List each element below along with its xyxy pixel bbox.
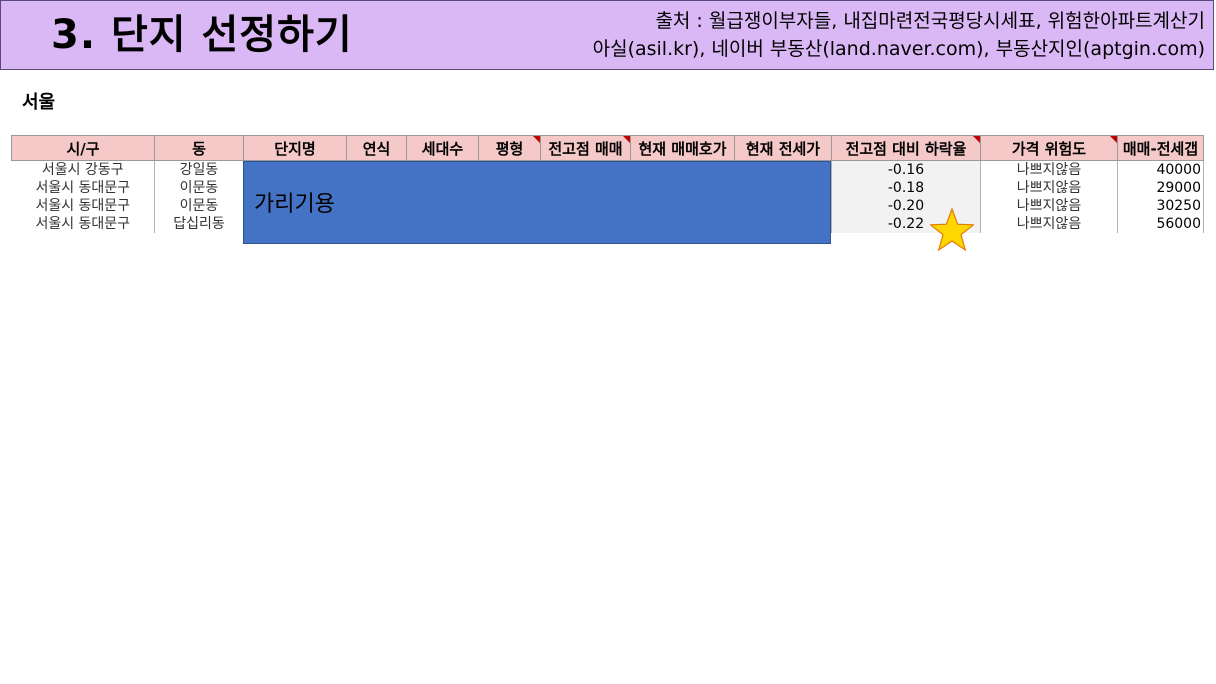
- cell-risk[interactable]: 나쁘지않음: [980, 197, 1118, 215]
- cell-dong[interactable]: 답십리동: [154, 215, 244, 233]
- source-line-1: 출처 : 월급쟁이부자들, 내집마련전국평당시세표, 위험한아파트계산기: [655, 10, 1205, 32]
- col-header-households[interactable]: 세대수: [406, 135, 479, 161]
- header-banner: 3. 단지 선정하기 출처 : 월급쟁이부자들, 내집마련전국평당시세표, 위험…: [0, 0, 1214, 70]
- source-note: 출처 : 월급쟁이부자들, 내집마련전국평당시세표, 위험한아파트계산기 아실(…: [593, 7, 1205, 63]
- table-header-row: 시/구 동 단지명 연식 세대수 평형 전고점 매매 현재 매매호가 현재 전세…: [11, 135, 1204, 161]
- region-label: 서울: [22, 92, 56, 113]
- col-header-gap[interactable]: 매매-전세갭: [1117, 135, 1204, 161]
- page-title: 3. 단지 선정하기: [51, 12, 353, 58]
- cover-label: 가리기용: [254, 192, 335, 217]
- source-line-2: 아실(asil.kr), 네이버 부동산(land.naver.com), 부동…: [592, 38, 1205, 60]
- cell-city[interactable]: 서울시 강동구: [11, 160, 155, 179]
- cell-drop-rate[interactable]: -0.16: [831, 160, 981, 179]
- star-shape: [930, 208, 974, 252]
- col-header-size[interactable]: 평형: [478, 135, 541, 161]
- col-header-year[interactable]: 연식: [346, 135, 407, 161]
- cell-gap[interactable]: 30250: [1117, 197, 1204, 215]
- cell-dong[interactable]: 강일동: [154, 160, 244, 179]
- col-header-drop-rate[interactable]: 전고점 대비 하락율: [831, 135, 981, 161]
- cell-dong[interactable]: 이문동: [154, 179, 244, 197]
- col-header-current-jeonse[interactable]: 현재 전세가: [734, 135, 832, 161]
- col-header-complex[interactable]: 단지명: [243, 135, 347, 161]
- col-header-dong[interactable]: 동: [154, 135, 244, 161]
- col-header-peak-price[interactable]: 전고점 매매: [540, 135, 631, 161]
- cell-city[interactable]: 서울시 동대문구: [11, 197, 155, 215]
- cell-risk[interactable]: 나쁘지않음: [980, 160, 1118, 179]
- cell-city[interactable]: 서울시 동대문구: [11, 215, 155, 233]
- cover-box[interactable]: 가리기용: [243, 161, 831, 244]
- cell-city[interactable]: 서울시 동대문구: [11, 179, 155, 197]
- cell-gap[interactable]: 40000: [1117, 160, 1204, 179]
- star-icon: [930, 208, 974, 252]
- cell-dong[interactable]: 이문동: [154, 197, 244, 215]
- col-header-current-ask[interactable]: 현재 매매호가: [630, 135, 735, 161]
- cell-gap[interactable]: 56000: [1117, 215, 1204, 233]
- cell-gap[interactable]: 29000: [1117, 179, 1204, 197]
- cell-drop-rate[interactable]: -0.18: [831, 179, 981, 197]
- cell-risk[interactable]: 나쁘지않음: [980, 179, 1118, 197]
- col-header-city[interactable]: 시/구: [11, 135, 155, 161]
- col-header-risk[interactable]: 가격 위험도: [980, 135, 1118, 161]
- cell-risk[interactable]: 나쁘지않음: [980, 215, 1118, 233]
